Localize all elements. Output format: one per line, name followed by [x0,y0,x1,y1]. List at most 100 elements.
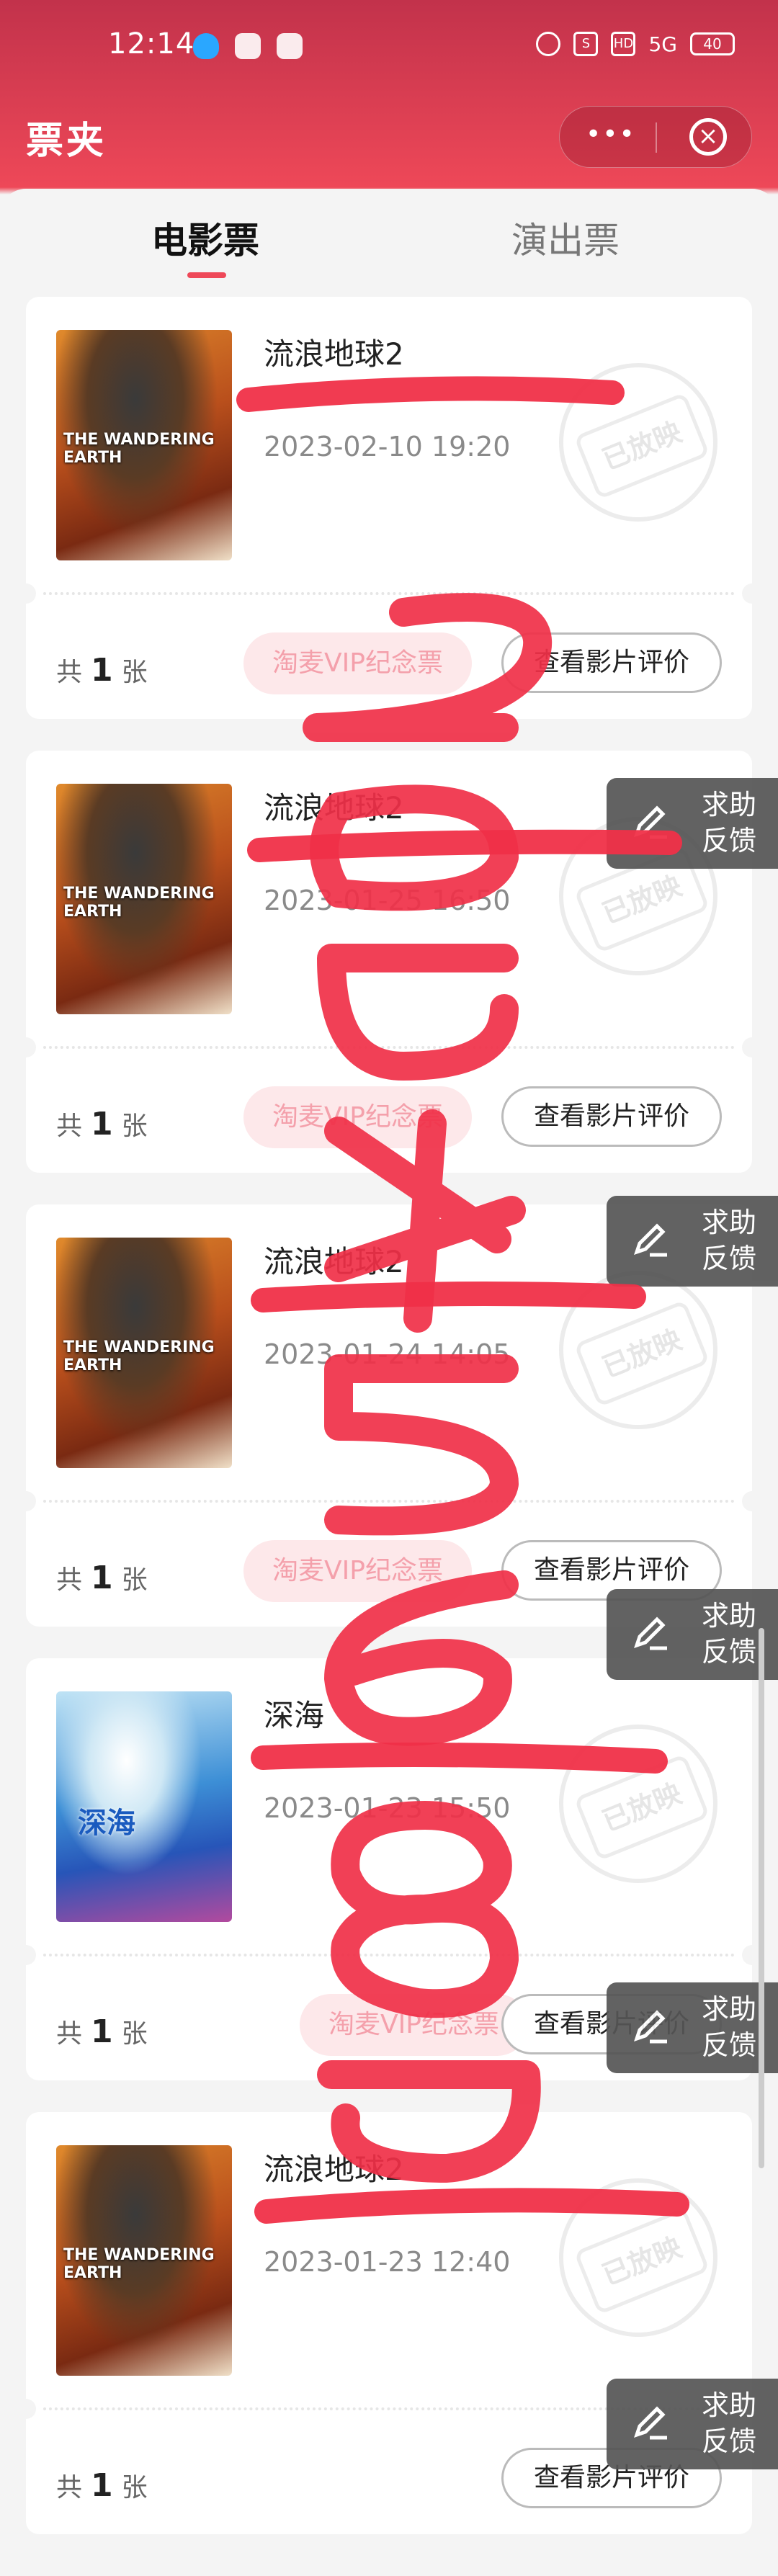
capsule-divider [656,122,657,153]
tab-active-indicator [187,272,226,278]
stamp-text: 已放映 [573,392,710,500]
movie-poster: THE WANDERING EARTH [56,784,232,1014]
show-datetime: 2023-01-23 12:40 [264,2246,511,2278]
app-icon [235,33,261,59]
feedback-label: 求助反馈 [702,1600,757,1668]
close-icon[interactable]: × [689,118,727,156]
page-title: 票夹 [26,120,107,163]
count-prefix: 共 [56,2473,83,2503]
notification-icons [193,33,303,59]
count-number: 1 [91,1106,113,1142]
vip-souvenir-tag[interactable]: 淘麦VIP纪念票 [243,1086,472,1148]
show-datetime: 2023-01-24 14:05 [264,1338,511,1370]
movie-poster: 深海 [56,1691,232,1922]
edit-pen-icon [634,2406,667,2440]
poster-title: THE WANDERING EARTH [63,885,215,921]
show-datetime: 2023-02-10 19:20 [264,431,511,462]
tab-show-tickets[interactable]: 演出票 [511,212,620,264]
signal-icon: 5G [648,32,677,56]
count-prefix: 共 [56,1112,83,1141]
stamp-text: 已放映 [573,2207,710,2315]
ticket-tabs: 电影票 演出票 [0,189,778,282]
count-number: 1 [91,652,113,689]
shield-icon: S [573,32,599,56]
view-review-button[interactable]: 查看影片评价 [501,1086,722,1147]
feedback-label: 求助反馈 [702,2389,757,2457]
poster-title: THE WANDERING EARTH [63,1338,215,1374]
ticket-notch [16,1037,36,1057]
ticket-count: 共1张 [56,1559,148,1596]
ticket-divider [43,592,735,595]
count-number: 1 [91,1560,113,1596]
movie-title: 流浪地球2 [264,336,404,372]
miniprogram-capsule: ••• × [559,106,752,168]
view-review-button[interactable]: 查看影片评价 [501,632,722,693]
count-prefix: 共 [56,2019,83,2049]
show-datetime: 2023-01-23 15:50 [264,1792,511,1824]
edit-pen-icon [634,1223,667,1257]
edit-pen-icon [634,1616,667,1650]
stamp-text: 已放映 [573,1300,710,1408]
ticket-count: 共1张 [56,651,148,689]
feedback-float-button[interactable]: 求助反馈 [607,1196,778,1287]
movie-poster: THE WANDERING EARTH [56,2145,232,2376]
status-bar: 12:14 S HD 5G 40 [0,0,778,83]
qq-icon [193,33,219,59]
count-unit: 张 [121,2473,148,2503]
ticket-card[interactable]: THE WANDERING EARTH 流浪地球2 2023-02-10 19:… [16,297,762,719]
count-unit: 张 [121,658,148,687]
ticket-card[interactable]: THE WANDERING EARTH 流浪地球2 2023-01-23 12:… [16,2112,762,2534]
stamp-text: 已放映 [573,1753,710,1861]
count-prefix: 共 [56,1565,83,1595]
count-unit: 张 [121,1112,148,1141]
ticket-notch [742,1037,762,1057]
movie-poster: THE WANDERING EARTH [56,1238,232,1468]
edit-pen-icon [634,805,667,839]
count-number: 1 [91,2013,113,2050]
movie-title: 深海 [264,1698,325,1733]
battery-icon: 40 [690,32,735,55]
edit-pen-icon [634,2010,667,2044]
app-header: 票夹 ••• × [0,83,778,187]
count-number: 1 [91,2467,113,2504]
count-unit: 张 [121,1565,148,1595]
ticket-divider [43,1500,735,1503]
vip-souvenir-tag[interactable]: 淘麦VIP纪念票 [300,1994,528,2056]
message-icon [277,33,303,59]
feedback-float-button[interactable]: 求助反馈 [607,2379,778,2469]
movie-poster: THE WANDERING EARTH [56,330,232,560]
count-prefix: 共 [56,658,83,687]
scrollbar[interactable] [759,1628,764,2168]
ticket-notch [16,1491,36,1511]
movie-title: 流浪地球2 [264,790,404,826]
ticket-count: 共1张 [56,2467,148,2504]
ticket-notch [16,583,36,604]
count-unit: 张 [121,2019,148,2049]
ticket-notch [742,583,762,604]
show-datetime: 2023-01-25 16:50 [264,885,511,916]
feedback-float-button[interactable]: 求助反馈 [607,778,778,869]
ticket-notch [16,2399,36,2419]
status-time: 12:14 [108,27,195,61]
ticket-notch [16,1945,36,1965]
system-icons: S HD 5G 40 [536,32,735,56]
vip-souvenir-tag[interactable]: 淘麦VIP纪念票 [243,632,472,694]
feedback-label: 求助反馈 [702,1207,757,1274]
screened-stamp: 已放映 [559,2178,717,2337]
poster-title: THE WANDERING EARTH [63,2246,215,2282]
movie-title: 流浪地球2 [264,1244,404,1279]
feedback-label: 求助反馈 [702,1993,757,2061]
ticket-divider [43,1954,735,1956]
vip-souvenir-tag[interactable]: 淘麦VIP纪念票 [243,1540,472,1602]
feedback-label: 求助反馈 [702,789,757,857]
more-icon[interactable]: ••• [586,122,636,148]
screened-stamp: 已放映 [559,363,717,522]
ticket-divider [43,1046,735,1049]
alarm-icon [536,32,561,56]
tab-movie-tickets[interactable]: 电影票 [151,212,259,264]
poster-title: THE WANDERING EARTH [63,431,215,467]
feedback-float-button[interactable]: 求助反馈 [607,1982,778,2073]
ticket-notch [742,1491,762,1511]
screened-stamp: 已放映 [559,1725,717,1883]
feedback-float-button[interactable]: 求助反馈 [607,1589,778,1680]
